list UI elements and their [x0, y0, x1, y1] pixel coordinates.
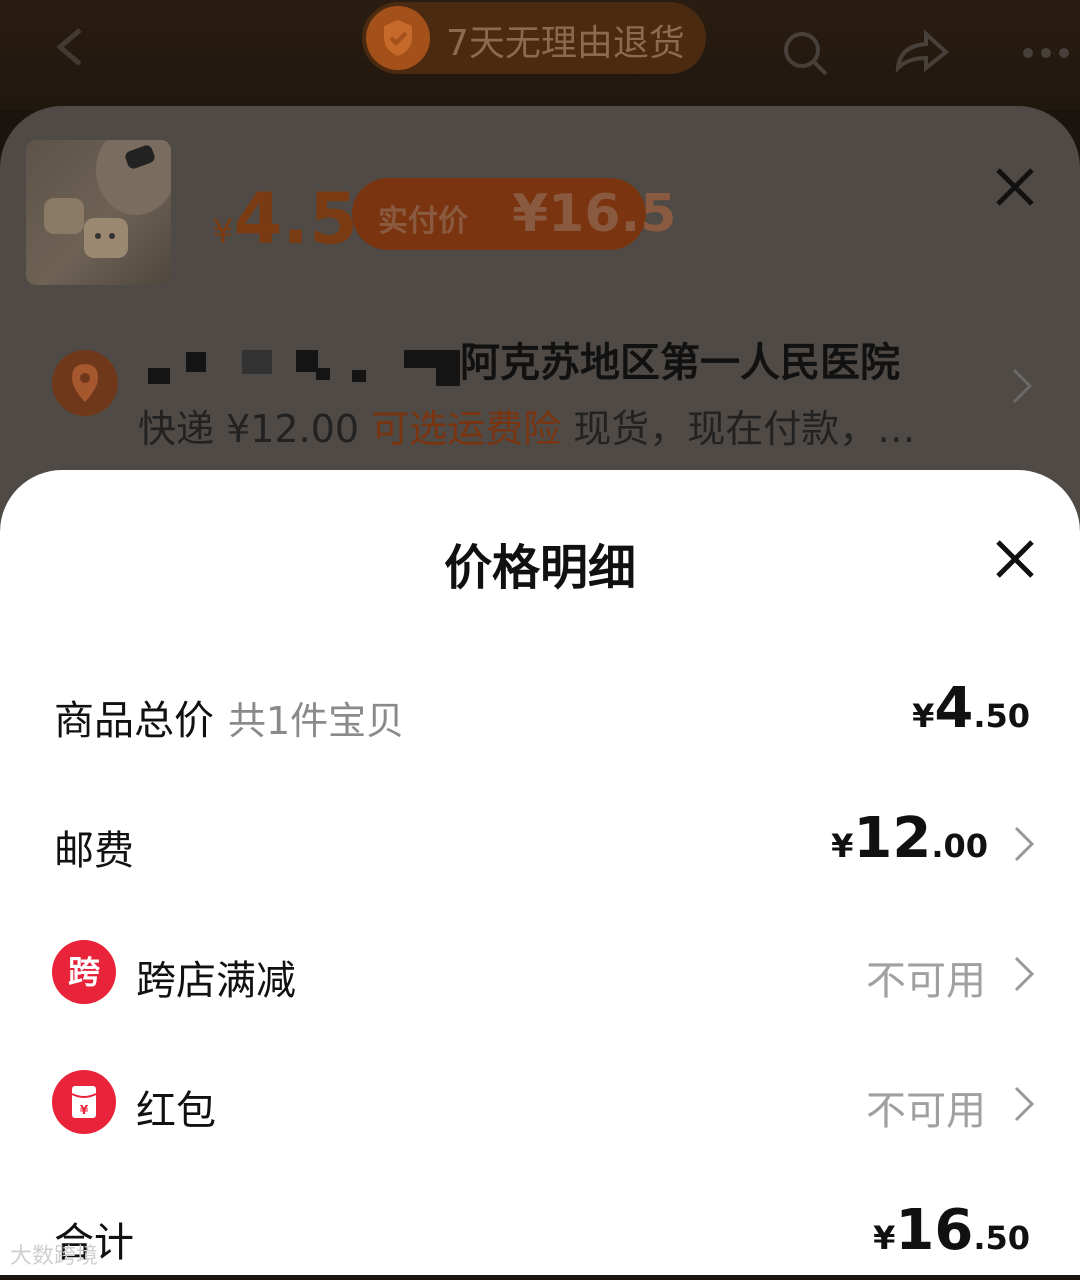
amount-integer: 12 [853, 806, 932, 871]
paid-price-pill: 实付价 ¥16.5 [352, 178, 676, 250]
total-amount: ¥16.50 [873, 1198, 1030, 1263]
redacted-block [148, 368, 170, 384]
red-envelope-icon: ¥ [52, 1070, 116, 1134]
return-policy-badge: 7天无理由退货 [362, 2, 706, 74]
total-row: 合计 ¥16.50 [0, 1190, 1080, 1280]
sheet-title: 价格明细 [443, 540, 636, 596]
amount-decimal: .00 [931, 827, 988, 865]
red-envelope-label: 红包 [136, 1088, 216, 1134]
amount-decimal: .50 [973, 697, 1030, 735]
top-nav-bar: 7天无理由退货 [0, 0, 1080, 110]
redacted-block [352, 370, 366, 382]
goods-total-row: 商品总价 共1件宝贝 ¥4.50 [0, 668, 1080, 758]
chevron-right-icon[interactable] [1010, 366, 1034, 406]
currency-symbol: ¥ [212, 212, 234, 252]
row-label: 商品总价 共1件宝贝 [54, 688, 404, 746]
chevron-right-icon[interactable] [1012, 1084, 1036, 1124]
product-price: ¥4.5 [212, 178, 358, 260]
shipping-fee-text: 快递 ¥12.00 [138, 407, 360, 451]
paid-price-amount: ¥16.5 [512, 184, 677, 244]
amount-integer: 4 [934, 676, 974, 741]
price-detail-sheet: 价格明细 商品总价 共1件宝贝 ¥4.50 邮费 ¥12.00 跨 跨店满减 不可… [0, 470, 1080, 1275]
unavailable-text: 不可用 [866, 1088, 986, 1134]
payment-note: 现货，现在付款，… [573, 407, 916, 451]
svg-text:¥: ¥ [80, 1103, 89, 1117]
currency-symbol: ¥ [873, 1219, 896, 1257]
amount-decimal: .50 [973, 1219, 1030, 1257]
goods-total-label: 商品总价 [54, 698, 214, 744]
back-arrow-icon[interactable] [40, 22, 100, 72]
close-icon[interactable] [994, 166, 1036, 208]
chevron-right-icon[interactable] [1012, 954, 1036, 994]
redacted-block [242, 350, 272, 374]
price-value: 4.5 [233, 178, 358, 260]
cross-store-discount-row[interactable]: 跨 跨店满减 不可用 [0, 928, 1080, 1018]
currency-symbol: ¥ [912, 697, 935, 735]
return-policy-text: 7天无理由退货 [446, 23, 685, 64]
goods-total-amount: ¥4.50 [912, 676, 1030, 741]
location-pin-icon [52, 350, 118, 416]
redacted-block [316, 368, 330, 380]
shipping-fee-row[interactable]: 邮费 ¥12.00 [0, 798, 1080, 888]
chevron-right-icon[interactable] [1012, 824, 1036, 864]
shipping-fee-label: 邮费 [54, 828, 134, 874]
redacted-block [296, 350, 318, 372]
item-count: 共1件宝贝 [228, 699, 405, 743]
watermark: 大数跨境 [10, 1244, 99, 1269]
shipping-insurance-link[interactable]: 可选运费险 [371, 407, 561, 451]
redacted-block [436, 366, 460, 386]
unavailable-text: 不可用 [866, 958, 986, 1004]
paid-price-label: 实付价 [378, 204, 468, 239]
product-thumbnail [26, 140, 171, 285]
cross-store-icon: 跨 [52, 940, 116, 1004]
cross-store-discount-label: 跨店满减 [136, 958, 296, 1004]
redacted-block [186, 352, 206, 372]
close-icon[interactable] [994, 538, 1036, 580]
amount-integer: 16 [895, 1198, 974, 1263]
shield-icon [366, 6, 430, 70]
share-icon[interactable] [890, 28, 950, 78]
red-envelope-row[interactable]: ¥ 红包 不可用 [0, 1058, 1080, 1148]
delivery-address[interactable]: 阿克苏地区第一人民医院 [460, 330, 900, 388]
search-icon[interactable] [780, 28, 830, 78]
more-icon[interactable] [1018, 28, 1074, 58]
currency-symbol: ¥ [831, 827, 854, 865]
shipping-fee-amount: ¥12.00 [831, 806, 988, 871]
shipping-info: 快递 ¥12.00 可选运费险 现货，现在付款，… [138, 398, 915, 453]
